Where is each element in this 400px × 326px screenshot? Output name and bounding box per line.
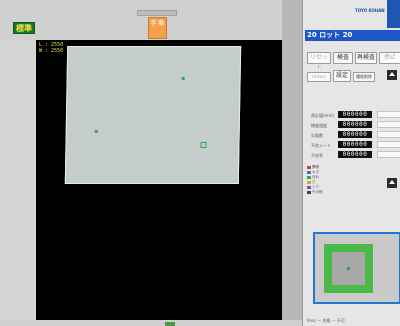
- status-strip: [0, 320, 302, 326]
- row-side-cell: [377, 141, 400, 148]
- inspect-button[interactable]: 検査: [333, 52, 353, 64]
- legend-swatch: [307, 190, 311, 194]
- legend-label: その他: [312, 190, 323, 194]
- row-label: 不良率: [311, 153, 323, 158]
- legend-item: キズ: [307, 170, 319, 174]
- reinspect-button[interactable]: 再検査: [355, 52, 377, 64]
- row-label: 原反幅(mm): [311, 113, 334, 118]
- thumbnail-marker: [347, 267, 350, 270]
- row-value: 000000: [338, 111, 372, 118]
- mode-strip: [137, 10, 177, 16]
- settings-button[interactable]: 設定: [333, 70, 351, 82]
- row-value: 000000: [338, 141, 372, 148]
- legend-item: シワ: [307, 185, 319, 189]
- row-label: 欠陥数: [311, 133, 323, 138]
- legend-item: その他: [307, 190, 323, 194]
- inspected-sheet-image: [64, 46, 242, 184]
- row-label: 不良シート: [311, 143, 331, 148]
- control-panel: TOYO KOHAN 20 ロット 20 リセット 検査 再検査 停止 Hist…: [302, 0, 400, 326]
- row-value: 000000: [338, 121, 372, 128]
- readout-width: W : 2550: [39, 48, 64, 54]
- legend-label: 汚れ: [312, 175, 319, 179]
- legend-item: 異物: [307, 165, 319, 169]
- legend-label: 穴: [312, 180, 316, 184]
- app-window: 標準 手 動 L : 2550 W : 2550 TOYO KOHAN 20 ロ…: [0, 0, 400, 326]
- legend-item: 汚れ: [307, 175, 319, 179]
- legend-label: シワ: [312, 185, 319, 189]
- legend-item: 穴: [307, 180, 316, 184]
- lot-number-display[interactable]: 20 ロット 20: [305, 30, 400, 41]
- scroll-up-icon[interactable]: [387, 70, 397, 80]
- viewer-scrollbar[interactable]: [282, 0, 302, 326]
- history-button[interactable]: History: [307, 72, 331, 82]
- legend-label: 異物: [312, 165, 319, 169]
- thumbnail-inner: [332, 252, 365, 285]
- legend-swatch: [307, 170, 311, 174]
- brand-label: TOYO KOHAN: [355, 8, 385, 13]
- row-value: 000000: [338, 151, 372, 158]
- legend-swatch: [307, 180, 311, 184]
- row-side-cell: [377, 111, 400, 118]
- reset-button[interactable]: リセット: [307, 52, 331, 71]
- brand-logo: [387, 0, 400, 28]
- thumbnail-region: [324, 244, 373, 293]
- legend-label: キズ: [312, 170, 319, 174]
- dimension-readout: L : 2550 W : 2550: [39, 42, 63, 54]
- legend-swatch: [307, 175, 311, 179]
- row-value: 000000: [338, 131, 372, 138]
- row-side-cell: [377, 151, 400, 158]
- image-viewer[interactable]: L : 2550 W : 2550: [36, 40, 282, 324]
- manual-mode-button[interactable]: 手 動: [148, 17, 167, 39]
- bottom-tab-marker[interactable]: [165, 322, 175, 326]
- row-side-cell: [377, 121, 400, 128]
- top-toolbar: 標準 手 動: [0, 0, 302, 40]
- legend-swatch: [307, 185, 311, 189]
- legend-swatch: [307, 165, 311, 169]
- mode-badge[interactable]: 標準: [13, 22, 35, 34]
- defect-marker[interactable]: [94, 130, 98, 133]
- sheet-thumbnail[interactable]: [313, 232, 400, 304]
- defect-marker[interactable]: [181, 77, 185, 80]
- scroll-down-icon[interactable]: [387, 178, 397, 188]
- clear-history-button[interactable]: 履歴削除: [353, 72, 375, 82]
- roi-marker[interactable]: [200, 142, 207, 148]
- stop-button[interactable]: 停止: [379, 52, 400, 64]
- panel-footer: Pass — 合格 — 不可: [307, 318, 345, 323]
- row-label: 検査速度: [311, 123, 327, 128]
- row-side-cell: [377, 131, 400, 138]
